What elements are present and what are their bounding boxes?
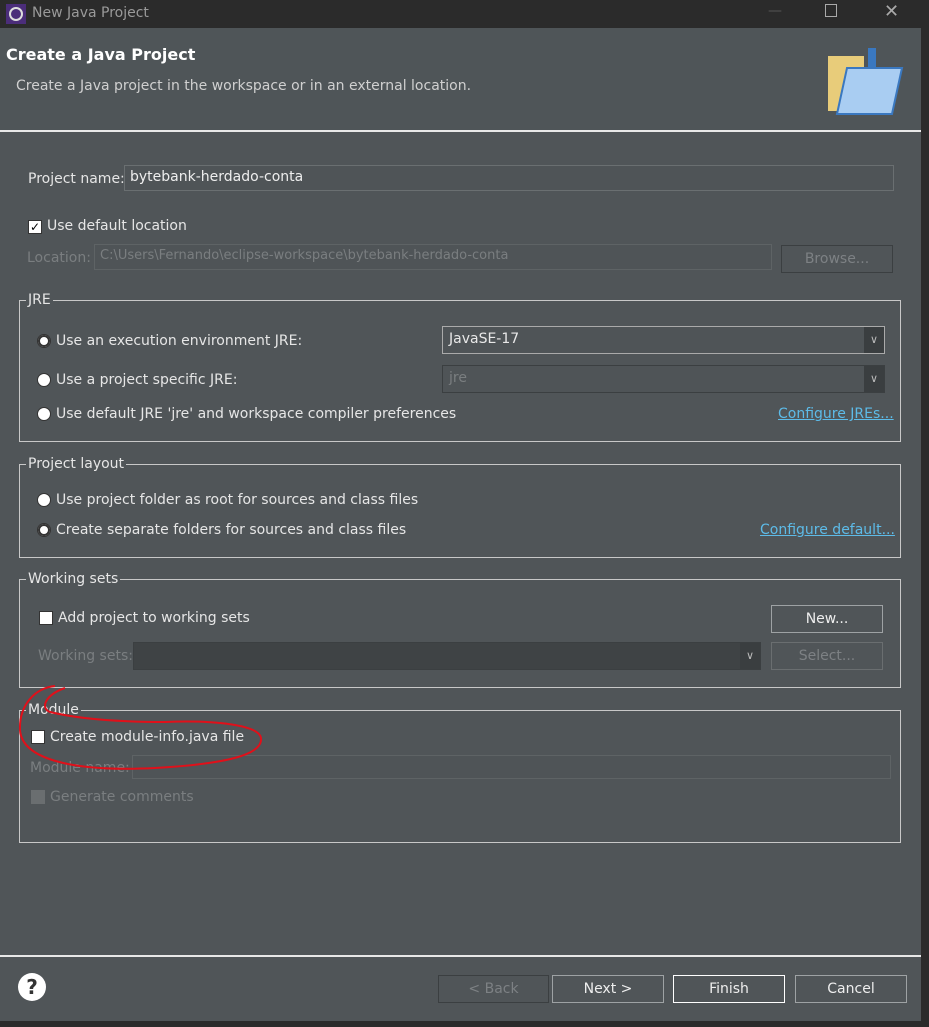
project-name-input[interactable]: bytebank-herdado-conta	[124, 165, 894, 191]
layout-option2-label: Create separate folders for sources and …	[56, 522, 407, 538]
layout-option1-label: Use project folder as root for sources a…	[56, 492, 419, 508]
jre-execution-env-radio[interactable]	[37, 334, 51, 348]
page-description: Create a Java project in the workspace o…	[16, 78, 472, 94]
back-button[interactable]: < Back	[438, 975, 549, 1003]
next-button[interactable]: Next >	[552, 975, 664, 1003]
project-layout-group	[19, 464, 901, 558]
default-location-label: Use default location	[47, 218, 187, 234]
configure-default-link[interactable]: Configure default...	[760, 522, 895, 538]
project-jre-value: jre	[449, 370, 467, 386]
working-sets-title: Working sets	[26, 571, 121, 587]
header-separator	[0, 130, 921, 132]
jre-group-title: JRE	[26, 292, 53, 308]
layout-separate-radio[interactable]	[37, 523, 51, 537]
page-title: Create a Java Project	[6, 45, 196, 64]
generate-comments-checkbox[interactable]	[31, 790, 45, 804]
finish-button[interactable]: Finish	[673, 975, 785, 1003]
generate-comments-label: Generate comments	[50, 789, 194, 805]
project-jre-select[interactable]: jre ∨	[442, 365, 885, 393]
add-working-sets-label: Add project to working sets	[58, 610, 250, 626]
project-layout-title: Project layout	[26, 456, 127, 472]
chevron-down-icon: ∨	[864, 327, 884, 353]
jre-default-radio[interactable]	[37, 407, 51, 421]
working-sets-group	[19, 579, 901, 688]
add-working-sets-checkbox[interactable]	[39, 611, 53, 625]
jre-option1-label: Use an execution environment JRE:	[56, 333, 303, 349]
browse-button[interactable]: Browse...	[781, 245, 893, 273]
layout-root-radio[interactable]	[37, 493, 51, 507]
jre-project-specific-radio[interactable]	[37, 373, 51, 387]
new-project-folder-icon	[828, 48, 904, 115]
window-title: New Java Project	[32, 5, 149, 21]
chevron-down-icon: ∨	[740, 643, 760, 669]
configure-jres-link[interactable]: Configure JREs...	[778, 406, 894, 422]
chevron-down-icon: ∨	[864, 366, 884, 392]
select-working-sets-button[interactable]: Select...	[771, 642, 883, 670]
footer-separator	[0, 955, 921, 957]
eclipse-icon	[6, 4, 26, 24]
minimize-button[interactable]: —	[768, 3, 782, 19]
new-working-set-button[interactable]: New...	[771, 605, 883, 633]
location-label: Location:	[27, 250, 91, 266]
title-bar: New Java Project — ✕	[0, 0, 929, 28]
execution-env-select[interactable]: JavaSE-17 ∨	[442, 326, 885, 354]
cancel-button[interactable]: Cancel	[795, 975, 907, 1003]
default-location-checkbox[interactable]: ✓	[28, 220, 42, 234]
project-name-label: Project name:	[28, 171, 125, 187]
location-input[interactable]: C:\Users\Fernando\eclipse-workspace\byte…	[94, 244, 772, 270]
execution-env-value: JavaSE-17	[449, 331, 520, 347]
working-sets-label: Working sets:	[38, 648, 133, 664]
maximize-button[interactable]	[825, 4, 837, 17]
red-annotation-circle	[18, 685, 263, 770]
working-sets-select[interactable]: ∨	[133, 642, 761, 670]
close-button[interactable]: ✕	[884, 1, 899, 22]
jre-option3-label: Use default JRE 'jre' and workspace comp…	[56, 406, 457, 422]
help-icon[interactable]: ?	[18, 973, 46, 1001]
jre-option2-label: Use a project specific JRE:	[56, 372, 238, 388]
